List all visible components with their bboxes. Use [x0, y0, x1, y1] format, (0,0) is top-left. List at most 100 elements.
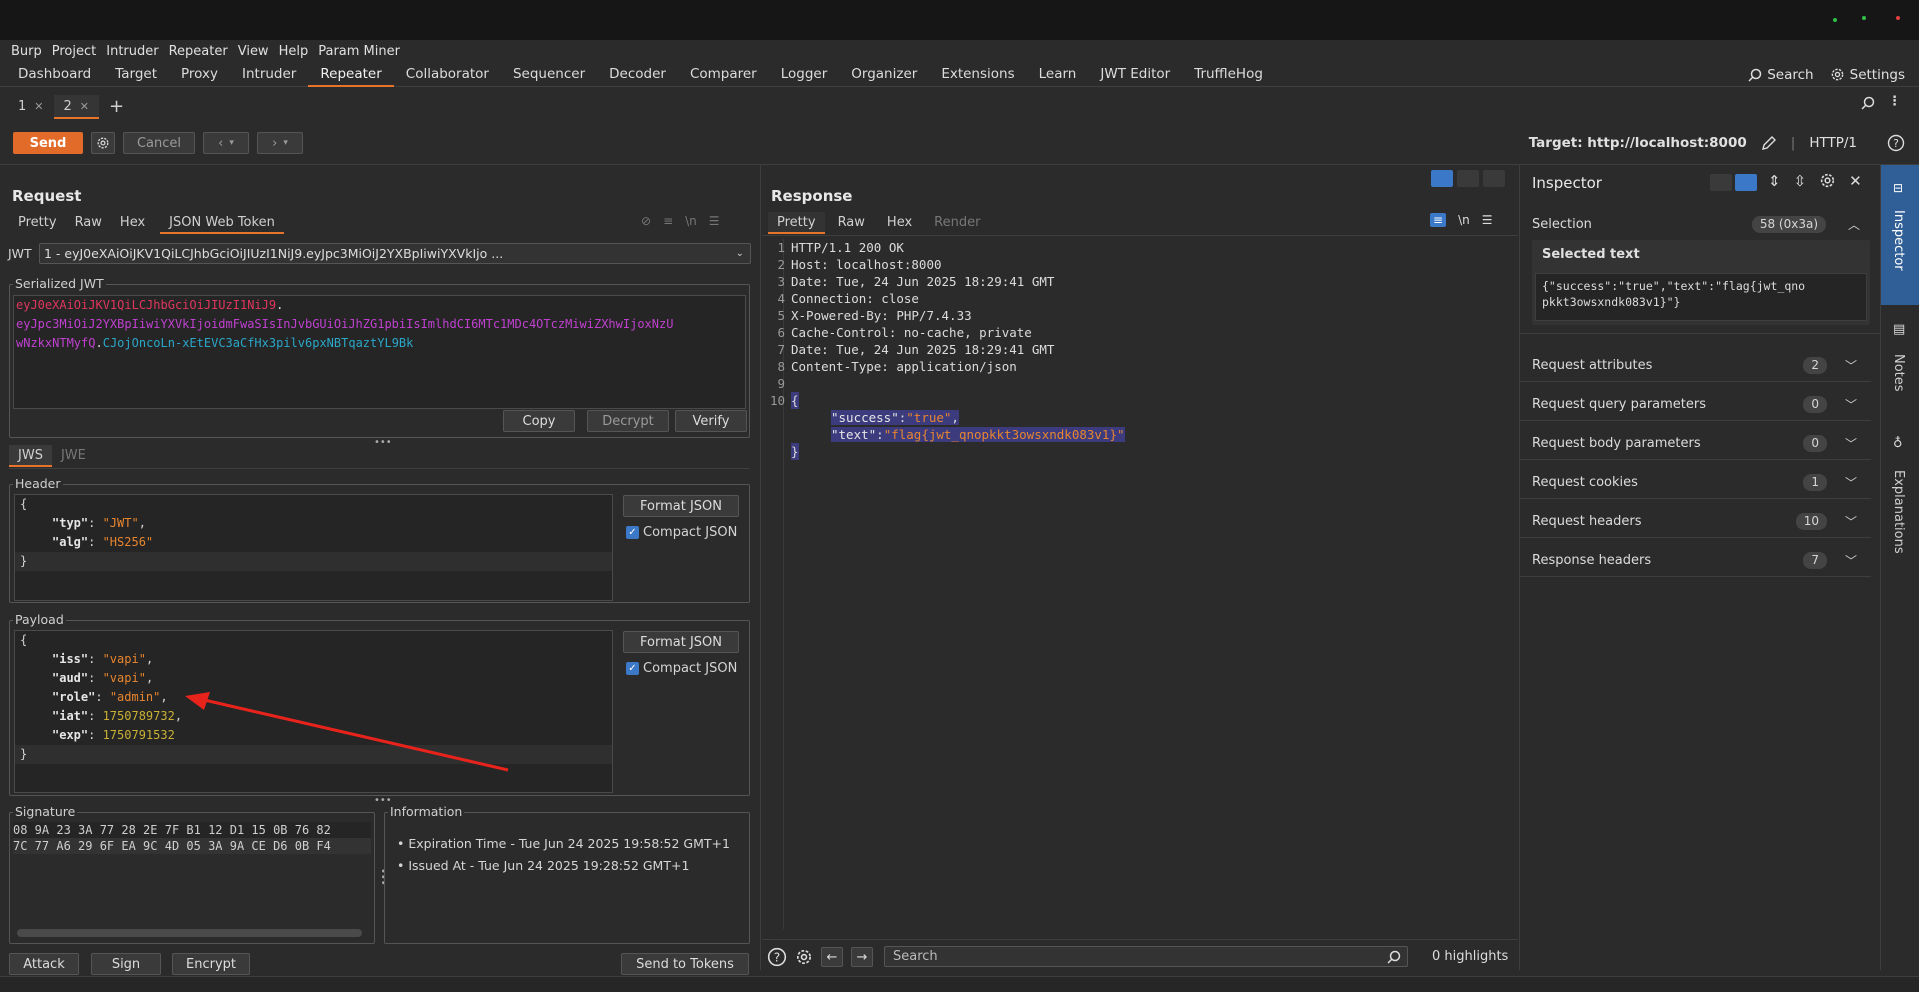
header-format-json-button[interactable]: Format JSON — [623, 495, 739, 517]
layout-list-icon[interactable] — [1710, 174, 1732, 191]
menu-project[interactable]: Project — [47, 44, 101, 59]
decrypt-button[interactable]: Decrypt — [587, 410, 669, 432]
menu-icon[interactable]: ☰ — [1482, 213, 1493, 227]
inspector-request-attributes[interactable]: Request attributes 2 ﹀ — [1520, 350, 1871, 382]
close-icon[interactable]: ✕ — [34, 100, 43, 113]
selected-text-box[interactable]: {"success":"true","text":"flag{jwt_qno p… — [1535, 273, 1867, 321]
menu-param-miner[interactable]: Param Miner — [313, 44, 405, 59]
pencil-icon[interactable] — [1761, 135, 1777, 151]
request-tab-pretty[interactable]: Pretty — [9, 212, 66, 234]
splitter-handle[interactable]: ••• — [374, 437, 392, 448]
tab-intruder[interactable]: Intruder — [230, 62, 308, 87]
repeater-tab-2[interactable]: 2 ✕ — [53, 95, 99, 119]
request-tab-raw[interactable]: Raw — [66, 212, 111, 234]
gear-icon[interactable] — [1819, 172, 1836, 189]
tab-jws[interactable]: JWS — [9, 445, 52, 467]
repeater-tab-1[interactable]: 1 ✕ — [8, 95, 54, 117]
back-button[interactable]: ‹ ▾ — [203, 132, 249, 154]
expand-icon[interactable]: ⇕ — [1768, 172, 1781, 190]
http-version[interactable]: HTTP/1 — [1809, 135, 1857, 151]
send-button[interactable]: Send — [13, 132, 83, 154]
inspector-request-query-parameters[interactable]: Request query parameters 0 ﹀ — [1520, 389, 1871, 421]
encrypt-button[interactable]: Encrypt — [172, 953, 250, 975]
layout-grid-icon[interactable] — [1735, 174, 1757, 191]
more-icon[interactable]: ⋮ — [1888, 94, 1901, 109]
help-icon[interactable]: ? — [1887, 134, 1905, 156]
side-tab-notes[interactable]: ▤ Notes — [1881, 320, 1919, 400]
serialized-jwt-text[interactable]: eyJ0eXAiOiJKV1QiLCJhbGciOiJIUzI1NiJ9. ey… — [13, 295, 746, 409]
request-tab-jwt[interactable]: JSON Web Token — [160, 212, 284, 234]
close-icon[interactable]: ✕ — [80, 100, 89, 113]
newline-icon[interactable]: \n — [685, 214, 697, 228]
layout-split-icon[interactable] — [1431, 170, 1453, 187]
send-options-button[interactable] — [91, 132, 115, 154]
global-search-button[interactable]: Search — [1748, 67, 1814, 83]
forward-button[interactable]: › ▾ — [257, 132, 303, 154]
global-settings-button[interactable]: Settings — [1830, 67, 1905, 83]
copy-button[interactable]: Copy — [503, 410, 575, 432]
menu-intruder[interactable]: Intruder — [101, 44, 163, 59]
response-tab-raw[interactable]: Raw — [829, 212, 874, 234]
header-json-editor[interactable]: { "typ": "JWT", "alg": "HS256" } — [14, 494, 613, 601]
jwt-select[interactable]: 1 - eyJ0eXAiOiJKV1QiLCJhbGciOiJIUzI1NiJ9… — [39, 243, 751, 264]
sign-button[interactable]: Sign — [91, 953, 161, 975]
header-compact-json-checkbox[interactable]: ✓ Compact JSON — [626, 525, 737, 540]
menu-help[interactable]: Help — [274, 44, 314, 59]
gear-icon[interactable] — [795, 948, 813, 966]
tab-jwt-editor[interactable]: JWT Editor — [1088, 62, 1182, 87]
tab-trufflehog[interactable]: TruffleHog — [1182, 62, 1275, 87]
response-editor[interactable]: 1 HTTP/1.1 200 OK 2 Host: localhost:8000 3… — [770, 239, 1511, 929]
side-tab-inspector[interactable]: ⊟ Inspector — [1881, 165, 1919, 305]
menu-repeater[interactable]: Repeater — [164, 44, 233, 59]
window-dot-green[interactable] — [1833, 18, 1837, 22]
window-dot-green-2[interactable] — [1862, 16, 1866, 20]
close-icon[interactable]: ✕ — [1849, 172, 1862, 190]
request-tab-hex[interactable]: Hex — [111, 212, 154, 234]
horizontal-scrollbar[interactable] — [17, 929, 362, 937]
tab-sequencer[interactable]: Sequencer — [501, 62, 597, 87]
plus-icon[interactable]: + — [99, 95, 134, 117]
response-search-input[interactable]: Search — [884, 946, 1408, 967]
tab-organizer[interactable]: Organizer — [839, 62, 929, 87]
payload-format-json-button[interactable]: Format JSON — [623, 631, 739, 653]
tab-target[interactable]: Target — [103, 62, 169, 87]
response-tab-pretty[interactable]: Pretty — [768, 212, 825, 234]
payload-compact-json-checkbox[interactable]: ✓ Compact JSON — [626, 661, 737, 676]
tab-collaborator[interactable]: Collaborator — [394, 62, 501, 87]
collapse-icon[interactable]: ⇳ — [1794, 172, 1807, 190]
menu-burp[interactable]: Burp — [6, 44, 47, 59]
response-tab-hex[interactable]: Hex — [878, 212, 921, 234]
tab-extensions[interactable]: Extensions — [929, 62, 1026, 87]
cancel-button[interactable]: Cancel — [123, 132, 195, 154]
newline-icon[interactable]: \n — [1458, 213, 1470, 227]
tab-comparer[interactable]: Comparer — [678, 62, 769, 87]
wrap-icon[interactable]: ≡ — [663, 214, 673, 228]
inspector-request-body-parameters[interactable]: Request body parameters 0 ﹀ — [1520, 428, 1871, 460]
help-icon[interactable]: ? — [767, 947, 787, 967]
response-tab-render[interactable]: Render — [925, 212, 989, 234]
hide-icon[interactable]: ⊘ — [641, 214, 651, 228]
arrow-left-icon[interactable]: ← — [821, 947, 843, 967]
tab-repeater[interactable]: Repeater — [308, 62, 395, 87]
wrap-icon[interactable]: ≡ — [1430, 213, 1447, 227]
tab-decoder[interactable]: Decoder — [597, 62, 678, 87]
attack-button[interactable]: Attack — [9, 953, 79, 975]
side-tab-explanations[interactable]: ♁ Explanations — [1881, 434, 1919, 574]
tab-dashboard[interactable]: Dashboard — [6, 62, 103, 87]
tab-jwe[interactable]: JWE — [52, 445, 95, 467]
inspector-selection-header[interactable]: Selection 58 (0x3a) ︿ — [1523, 208, 1874, 240]
verify-button[interactable]: Verify — [675, 410, 747, 432]
inspector-request-cookies[interactable]: Request cookies 1 ﹀ — [1520, 467, 1871, 499]
menu-view[interactable]: View — [233, 44, 274, 59]
window-dot-red[interactable] — [1896, 16, 1900, 20]
inspector-response-headers[interactable]: Response headers 7 ﹀ — [1520, 545, 1871, 577]
tab-learn[interactable]: Learn — [1027, 62, 1089, 87]
arrow-right-icon[interactable]: → — [851, 947, 873, 967]
inspector-request-headers[interactable]: Request headers 10 ﹀ — [1520, 506, 1871, 538]
tab-logger[interactable]: Logger — [769, 62, 840, 87]
tab-search-icon[interactable] — [1861, 96, 1875, 114]
tab-proxy[interactable]: Proxy — [169, 62, 230, 87]
layout-single-icon[interactable] — [1483, 170, 1505, 187]
layout-horizontal-icon[interactable] — [1457, 170, 1479, 187]
menu-icon[interactable]: ☰ — [709, 214, 720, 228]
